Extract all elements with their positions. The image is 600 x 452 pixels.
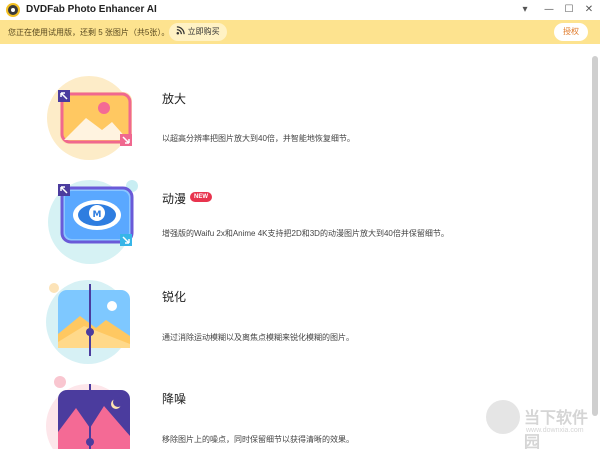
buy-now-button[interactable]: 立即购买 (169, 23, 227, 41)
denoise-illustration-icon (46, 376, 130, 449)
feature-title: 锐化 (162, 290, 187, 304)
vertical-scrollbar[interactable] (592, 56, 598, 416)
feature-description: 移除图片上的噪点，同时保留细节以获得清晰的效果。 (162, 435, 354, 444)
feature-denoise[interactable]: 降噪 移除图片上的噪点，同时保留细节以获得清晰的效果。 (0, 372, 560, 449)
watermark-logo-icon (486, 400, 520, 434)
enlarge-illustration-icon (47, 76, 132, 160)
feature-title: 动漫 (162, 192, 187, 206)
maximize-button[interactable]: ☐ (558, 2, 580, 18)
new-badge: NEW (190, 192, 212, 202)
sharpen-illustration-icon (46, 280, 130, 364)
authorize-button[interactable]: 授权 (554, 23, 588, 41)
watermark: 当下软件园 www.downxia.com (486, 398, 596, 451)
feature-description: 以超高分辨率把图片放大到40倍，并智能地恢复细节。 (162, 134, 355, 143)
close-button[interactable]: ✕ (578, 2, 600, 18)
rss-icon (176, 26, 186, 35)
feature-list: 放大 以超高分辨率把图片放大到40倍，并智能地恢复细节。 M 动漫 NEW 增强… (0, 44, 600, 449)
feature-title: 放大 (162, 92, 187, 106)
app-title: DVDFab Photo Enhancer AI (26, 4, 157, 15)
app-logo-icon (6, 3, 20, 17)
title-bar: DVDFab Photo Enhancer AI ▾ — ☐ ✕ (0, 0, 600, 20)
menu-dropdown-icon[interactable]: ▾ (514, 2, 536, 18)
feature-description: 通过消除运动模糊以及离焦点模糊来锐化模糊的图片。 (162, 333, 354, 342)
feature-title: 降噪 (162, 392, 187, 406)
feature-anime[interactable]: M 动漫 NEW 增强版的Waifu 2x和Anime 4K支持把2D和3D的动… (0, 172, 560, 272)
buy-now-label: 立即购买 (187, 27, 220, 36)
minimize-button[interactable]: — (538, 2, 560, 18)
feature-sharpen[interactable]: 锐化 通过消除运动模糊以及离焦点模糊来锐化模糊的图片。 (0, 272, 560, 372)
svg-text:M: M (93, 210, 102, 220)
anime-illustration-icon: M (48, 180, 138, 264)
feature-enlarge[interactable]: 放大 以超高分辨率把图片放大到40倍，并智能地恢复细节。 (0, 70, 560, 170)
trial-notice-bar: 您正在使用试用版，还剩 5 张图片（共5张）。 立即购买 授权 (0, 20, 600, 44)
feature-description: 增强版的Waifu 2x和Anime 4K支持把2D和3D的动漫图片放大到40倍… (162, 229, 449, 238)
trial-notice-text: 您正在使用试用版，还剩 5 张图片（共5张）。 (8, 28, 170, 37)
watermark-sub-text: www.downxia.com (526, 427, 584, 434)
